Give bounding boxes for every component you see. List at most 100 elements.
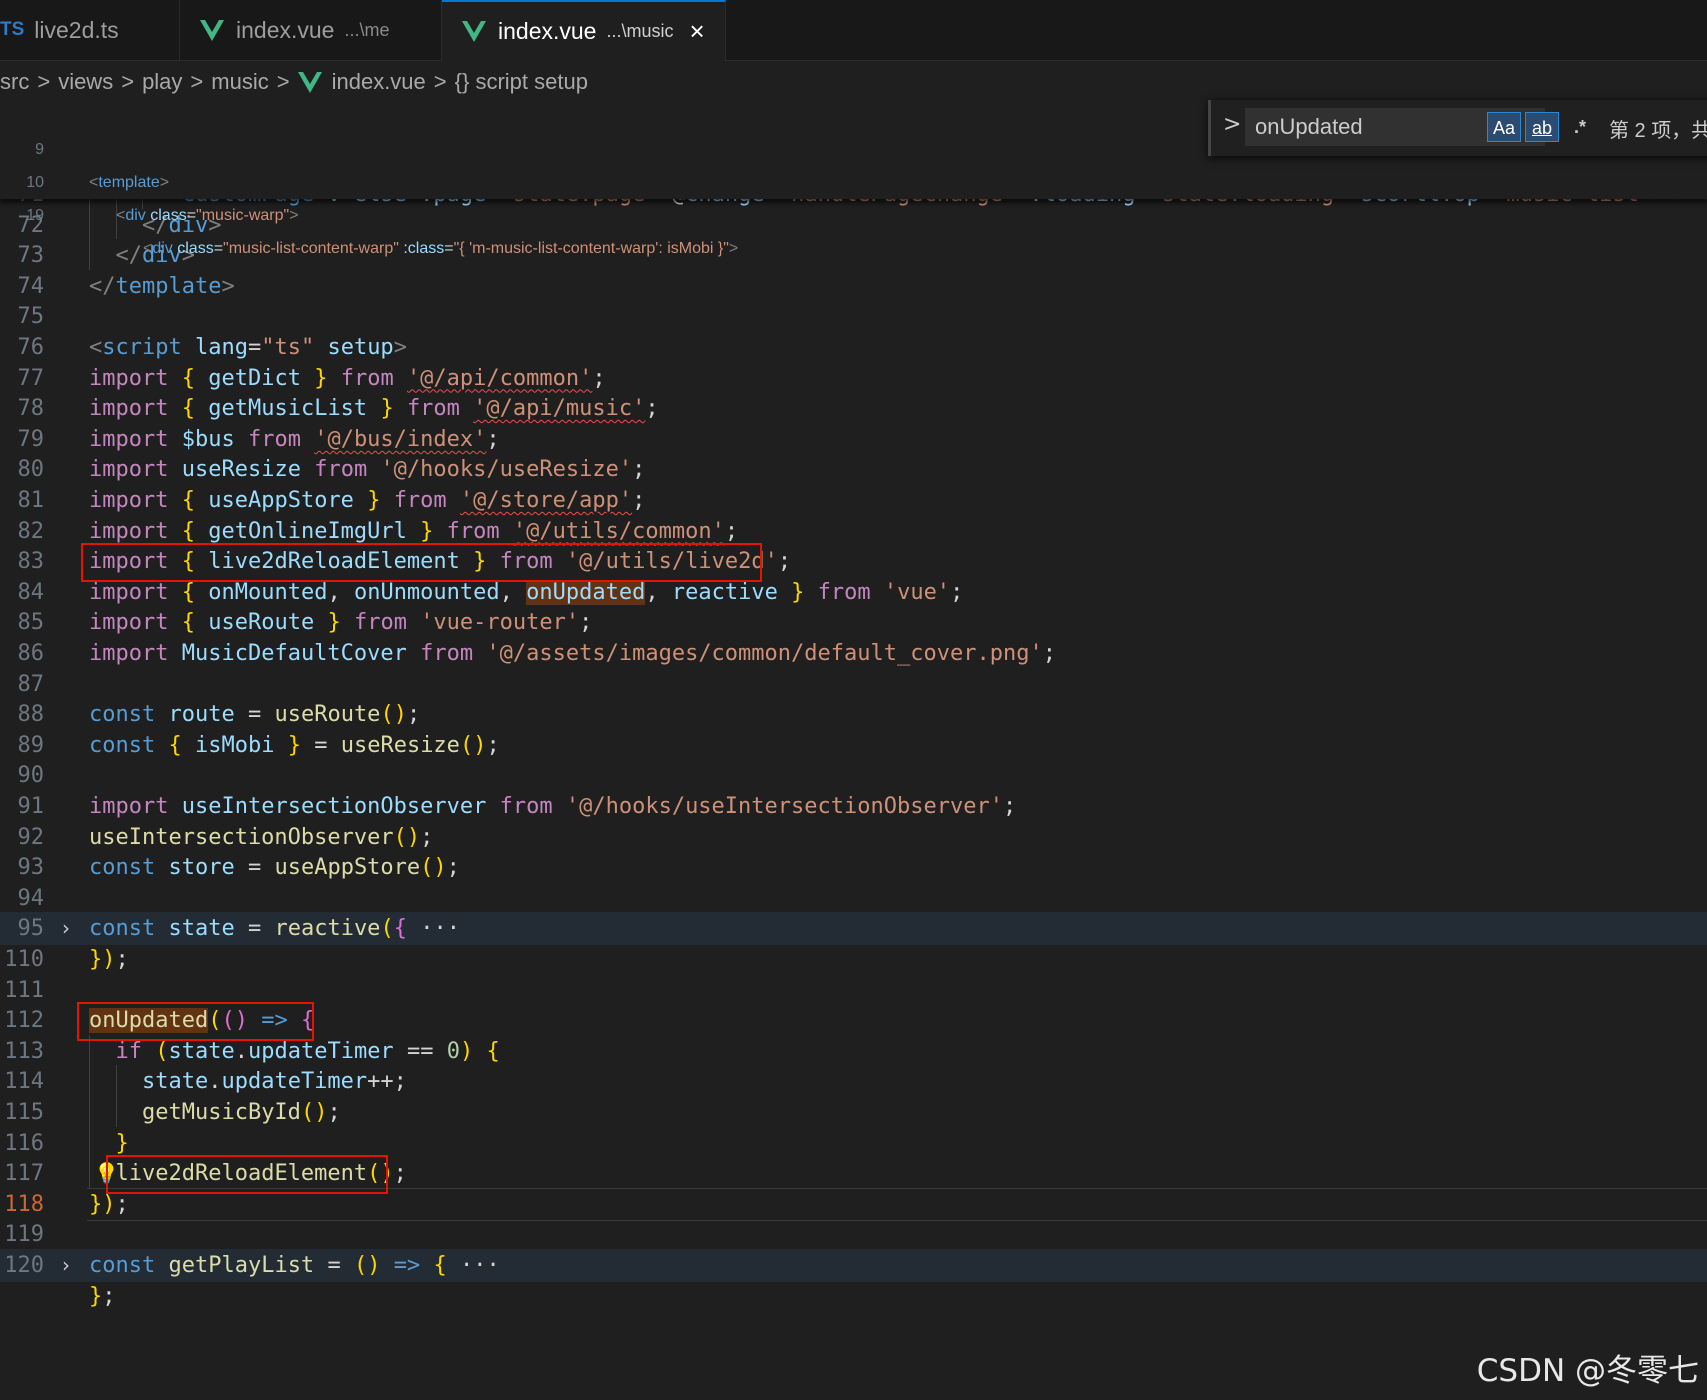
code-line[interactable]: 77 import { getDict } from '@/api/common'…	[0, 362, 1707, 395]
code-line[interactable]: 90	[0, 759, 1707, 792]
line-number: 116	[4, 1130, 44, 1156]
indent-guide	[89, 239, 90, 270]
line-number: 120	[4, 1253, 44, 1278]
line-number: 83	[17, 549, 45, 575]
code-line[interactable]: 94	[0, 882, 1707, 915]
typescript-file-icon: TS	[0, 19, 25, 40]
code-text: useIntersectionObserver();	[89, 824, 434, 850]
tab-description: ...\music	[606, 21, 674, 41]
sticky-code: <div class="music-warp">	[116, 207, 299, 224]
line-number: 114	[4, 1069, 44, 1095]
tab-description: ...\me	[344, 19, 390, 40]
line-number: 91	[17, 794, 45, 819]
code-text: import MusicDefaultCover from '@/assets/…	[89, 641, 1056, 666]
code-text: const route = useRoute();	[89, 702, 421, 728]
code-line[interactable]: 120 › const getPlayList = () => { ···	[0, 1249, 1707, 1282]
breadcrumb-item-symbol[interactable]: {} script setup	[455, 69, 588, 95]
line-number: 87	[17, 671, 45, 697]
match-case-toggle[interactable]: Aa	[1487, 112, 1521, 142]
sticky-line[interactable]: 19 <div class="music-list-content-warp" …	[0, 166, 1707, 257]
line-number: 113	[4, 1038, 44, 1064]
line-number: 82	[17, 518, 45, 544]
line-number: 90	[17, 763, 45, 789]
tab-label: index.vue	[236, 16, 335, 43]
code-line[interactable]: 80 import useResize from '@/hooks/useResi…	[0, 453, 1707, 486]
line-number: 111	[4, 977, 44, 1003]
tab-live2d-ts[interactable]: TS live2d.ts	[0, 0, 180, 60]
breadcrumb-separator: >	[190, 69, 204, 94]
match-whole-word-toggle[interactable]: ab	[1525, 112, 1559, 142]
code-line[interactable]: 110});	[0, 943, 1707, 976]
vue-file-icon	[462, 21, 486, 42]
code-line[interactable]: 75	[0, 300, 1707, 333]
code-text: import $bus from '@/bus/index';	[89, 426, 500, 452]
code-line[interactable]: 78 import { getMusicList } from '@/api/mu…	[0, 392, 1707, 425]
indent-guide	[89, 208, 90, 240]
line-number: 19	[26, 207, 44, 224]
close-icon[interactable]: ×	[689, 16, 704, 47]
regex-toggle[interactable]: .*	[1563, 112, 1597, 142]
sticky-code: <div class="music-list-content-warp" :cl…	[143, 240, 739, 257]
code-text: const getPlayList = () => { ···	[89, 1253, 500, 1278]
line-number: 79	[17, 426, 45, 452]
code-line[interactable]: };	[0, 1280, 1707, 1313]
breadcrumb-item-file[interactable]: index.vue	[332, 69, 426, 95]
breadcrumb: src > views > play > music > index.vue >…	[0, 64, 588, 100]
code-line[interactable]: 91 import useIntersectionObserver from '@…	[0, 790, 1707, 823]
breadcrumb-item-src[interactable]: src	[0, 69, 29, 95]
code-text: getMusicById();	[141, 1100, 341, 1125]
line-number: 76	[17, 335, 45, 360]
code-line[interactable]: 79 import $bus from '@/bus/index';	[0, 423, 1707, 456]
fold-chevron-icon[interactable]: ›	[62, 912, 70, 945]
fold-chevron-icon[interactable]: ›	[62, 1249, 70, 1282]
line-number: 95	[17, 916, 45, 942]
annotation-box-onupdated	[76, 1002, 314, 1041]
breadcrumb-separator: >	[37, 69, 51, 94]
code-line[interactable]: 88 const route = useRoute();	[0, 698, 1707, 731]
tab-label: index.vue	[498, 18, 597, 44]
code-text: const state = reactive({ ···	[89, 916, 460, 942]
code-line[interactable]: 95 › const state = reactive({ ···	[0, 912, 1707, 946]
code-line[interactable]: 92 useIntersectionObserver();	[0, 821, 1707, 854]
code-line[interactable]: 119	[0, 1218, 1707, 1251]
line-number: 81	[17, 488, 45, 513]
line-number: 93	[17, 855, 45, 881]
code-text: import { getDict } from '@/api/common';	[89, 365, 606, 391]
line-number: 117	[4, 1161, 44, 1187]
code-text: const store = useAppStore();	[89, 855, 460, 881]
breadcrumb-item-play[interactable]: play	[142, 69, 182, 95]
code-line[interactable]: 86 import MusicDefaultCover from '@/asset…	[0, 637, 1707, 670]
indent-guide	[89, 1126, 90, 1158]
indent-guide	[89, 1065, 90, 1096]
breadcrumb-item-views[interactable]: views	[58, 69, 113, 95]
line-number: 110	[4, 947, 44, 972]
code-text: import { useRoute } from 'vue-router';	[89, 610, 593, 636]
code-line[interactable]: 74 </template>	[0, 270, 1707, 303]
find-widget: > onUpdated Aa ab .* 第 2 项，共	[1208, 100, 1707, 156]
line-number: 92	[17, 824, 45, 850]
indent-guide	[115, 1096, 117, 1127]
line-number: 80	[17, 457, 45, 483]
code-line[interactable]: 81 import { useAppStore } from '@/store/a…	[0, 484, 1707, 517]
code-editor[interactable]: 71 <CustomPage v-else :page="state.page"…	[0, 100, 1707, 1400]
line-number: 75	[17, 304, 45, 330]
line-number: 86	[17, 641, 45, 666]
toggle-replace-chevron-icon[interactable]: >	[1223, 112, 1241, 137]
code-line[interactable]: 89 const { isMobi } = useResize();	[0, 729, 1707, 762]
breadcrumb-separator: >	[121, 69, 135, 94]
tab-index-vue-music[interactable]: index.vue ...\music ×	[442, 0, 726, 61]
line-number: 77	[17, 365, 45, 391]
code-line[interactable]: 115 getMusicById();	[0, 1096, 1707, 1129]
code-line[interactable]: 114 state.updateTimer++;	[0, 1065, 1707, 1098]
tab-index-vue-me[interactable]: index.vue ...\me	[180, 0, 442, 60]
indent-guide	[89, 1157, 90, 1188]
code-text: };	[89, 1283, 116, 1309]
code-line[interactable]: 76 <script lang="ts" setup>	[0, 331, 1707, 364]
vue-file-icon	[200, 19, 224, 41]
code-line[interactable]: 87	[0, 668, 1707, 701]
code-line[interactable]: 85 import { useRoute } from 'vue-router';	[0, 606, 1707, 639]
indent-guide	[89, 1096, 90, 1127]
breadcrumb-item-music[interactable]: music	[211, 69, 268, 95]
line-number: 78	[17, 396, 45, 422]
code-line[interactable]: 93 const store = useAppStore();	[0, 851, 1707, 884]
